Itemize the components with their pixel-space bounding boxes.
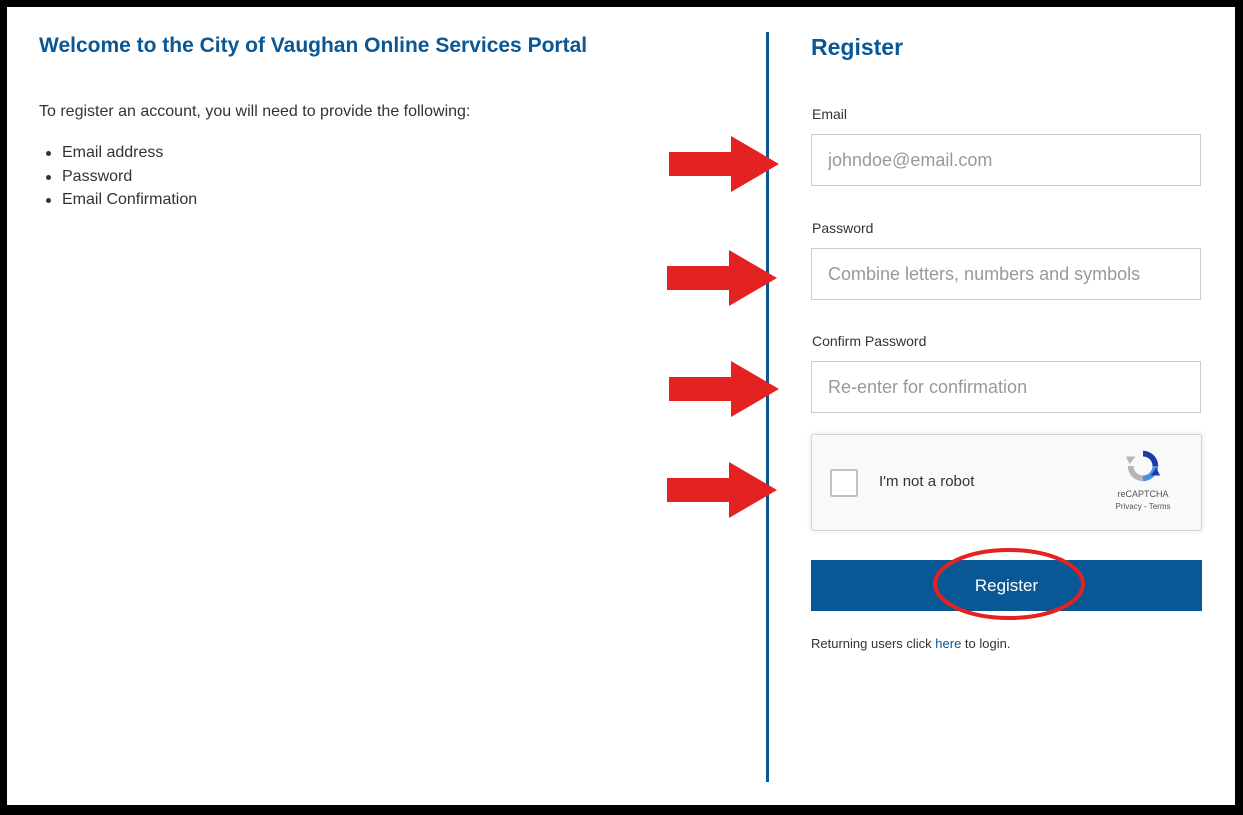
- recaptcha-link-separator: -: [1141, 502, 1149, 511]
- recaptcha-label: I'm not a robot: [879, 473, 975, 490]
- login-prompt: Returning users click here to login.: [811, 636, 1010, 651]
- recaptcha-privacy-link[interactable]: Privacy: [1116, 502, 1142, 511]
- recaptcha-checkbox[interactable]: [830, 469, 858, 497]
- register-title: Register: [811, 34, 904, 60]
- login-link[interactable]: here: [935, 636, 961, 651]
- login-prompt-after: to login.: [961, 636, 1011, 651]
- recaptcha-links: Privacy - Terms: [1106, 502, 1180, 511]
- list-item: Email Confirmation: [39, 188, 197, 212]
- email-label: Email: [812, 106, 848, 122]
- password-label: Password: [812, 220, 874, 236]
- login-prompt-before: Returning users click: [811, 636, 936, 651]
- recaptcha-logo-icon: [1125, 450, 1161, 482]
- page-title: Welcome to the City of Vaughan Online Se…: [39, 34, 588, 57]
- confirm-password-label: Confirm Password: [812, 333, 927, 349]
- red-arrow-icon: [669, 136, 779, 192]
- red-arrow-icon: [667, 250, 777, 306]
- red-arrow-icon: [667, 462, 777, 518]
- recaptcha-widget: I'm not a robot reCAPTCHA Privacy - Term…: [811, 434, 1202, 531]
- recaptcha-terms-link[interactable]: Terms: [1149, 502, 1171, 511]
- confirm-password-field[interactable]: [811, 361, 1201, 413]
- password-field[interactable]: [811, 248, 1201, 300]
- vertical-divider: [766, 32, 769, 782]
- recaptcha-brand: reCAPTCHA: [1117, 489, 1169, 499]
- intro-text: To register an account, you will need to…: [39, 103, 471, 120]
- page-frame: Welcome to the City of Vaughan Online Se…: [7, 7, 1235, 805]
- register-button[interactable]: Register: [811, 560, 1202, 611]
- list-item: Email address: [39, 141, 197, 165]
- list-item: Password: [39, 165, 197, 189]
- email-field[interactable]: [811, 134, 1201, 186]
- requirements-list: Email address Password Email Confirmatio…: [39, 141, 197, 212]
- red-arrow-icon: [669, 361, 779, 417]
